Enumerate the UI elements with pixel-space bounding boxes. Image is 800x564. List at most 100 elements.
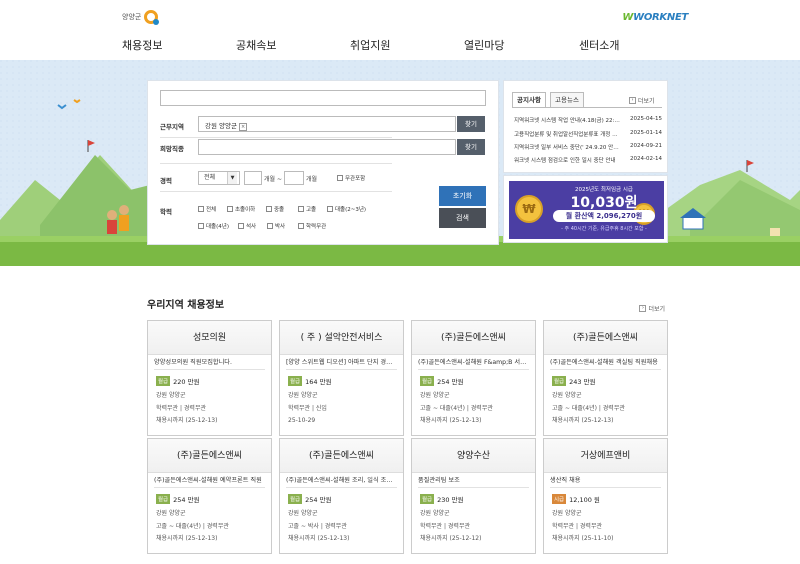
pay-row: 시급 12,100 원 (552, 494, 659, 504)
reset-button[interactable]: 초기화 (439, 186, 486, 206)
pay-type-badge: 월급 (156, 494, 171, 504)
edu-label: 석사 (246, 224, 257, 230)
nav-item-support[interactable]: 취업지원 (350, 37, 464, 53)
nav-item-about[interactable]: 센터소개 (579, 37, 619, 53)
job-title[interactable]: (주)골든에스앤씨-설해원 객실팀 직원채용 (550, 355, 661, 370)
minimum-wage-banner[interactable]: ₩ ₩ 2025년도 최저임금 시급 10,030원 월 환산액 2,096,2… (503, 175, 668, 243)
job-requirements: 고졸 ~ 대졸(4년) | 경력무관 (420, 404, 493, 412)
job-requirements: 고졸 ~ 대졸(4년) | 경력무관 (156, 522, 229, 530)
nav-item-jobs[interactable]: 채용정보 (122, 37, 236, 53)
job-area: 강원 양양군 (552, 392, 582, 399)
pay-row: 월급 230 만원 (420, 494, 527, 504)
company-name: (주)골든에스앤씨 (148, 439, 271, 473)
edu-checkbox-master[interactable]: 석사 (238, 222, 256, 230)
remove-chip-icon[interactable]: × (238, 123, 248, 131)
job-requirements: 고졸 ~ 대졸(4년) | 경력무관 (552, 404, 625, 412)
notice-row[interactable]: 지역워크넷 시스템 작업 안내(4.18(금) 22:00~4.20(일) 202… (514, 116, 664, 124)
edu-label: 전체 (206, 207, 217, 213)
notice-row[interactable]: 지역워크넷 일부 서비스 중단(' 24.9.20 안내) 2024-09-21 (514, 143, 664, 151)
job-requirements: 학력무관 | 경력무관 (420, 522, 470, 530)
tab-notices[interactable]: 공지사항 (512, 92, 546, 108)
pay-amount: 164 만원 (305, 378, 332, 386)
notice-date: 2025-04-15 (630, 116, 662, 122)
job-card[interactable]: (주)골든에스앤씨 (주)골든에스앤씨-설해원 F&amp;B 서비스 월급 25… (411, 320, 536, 436)
pay-row: 월급 164 만원 (288, 376, 395, 386)
job-title[interactable]: (주)골든에스앤씨-설해원 조리, 일식 조리사 (286, 473, 397, 488)
site-header: 양양군 WWORKNET 채용정보 공채속보 취업지원 열린마당 센터소개 (0, 0, 800, 60)
notice-more-link[interactable]: › 더보기 (629, 96, 655, 105)
job-card[interactable]: (주)골든에스앤씨 (주)골든에스앤씨-설해원 조리, 일식 조리사 월급 254… (279, 438, 404, 554)
job-title[interactable]: [양양 스위트웹 디오션] 아파트 단지 경비원 (286, 355, 397, 370)
pay-row: 월급 243 만원 (552, 376, 659, 386)
job-card[interactable]: ( 주 ) 설악안전서비스 [양양 스위트웹 디오션] 아파트 단지 경비원 월… (279, 320, 404, 436)
notice-row[interactable]: 워크넷 시스템 점검으로 인한 일시 중단 안내 2024-02-14 (514, 156, 664, 164)
job-type-field[interactable] (198, 139, 456, 155)
job-title[interactable]: 품질관리팀 보조 (418, 473, 529, 488)
edu-checkbox-elementary[interactable]: 초졸이하 (227, 205, 255, 213)
pay-amount: 220 만원 (173, 378, 200, 386)
checkbox-icon (337, 175, 343, 181)
job-card[interactable]: (주)골든에스앤씨 (주)골든에스앤씨-설해원 객실팀 직원채용 월급 243 만… (543, 320, 668, 436)
pay-amount: 254 만원 (173, 496, 200, 504)
pay-row: 월급 254 만원 (156, 494, 263, 504)
notice-date: 2024-02-14 (630, 156, 662, 162)
checkbox-icon (327, 206, 333, 212)
job-search-panel: 근무지역 강원 양양군 × 찾기 희망직종 찾기 경력 전체 ▼ 개월 ~ 개월 … (147, 80, 499, 245)
job-card[interactable]: 성모의원 양양성모의원 직원모집합니다. 월급 220 만원 강원 양양군 학력무… (147, 320, 272, 436)
pay-amount: 243 만원 (569, 378, 596, 386)
keyword-search-input[interactable] (160, 90, 486, 106)
notice-row[interactable]: 고용직업분류 및 취업알선직업분류표 개정 안내 2025-01-14 (514, 130, 664, 138)
edu-checkbox-doctor[interactable]: 박사 (267, 222, 285, 230)
checkbox-icon (298, 206, 304, 212)
edu-checkbox-university[interactable]: 대졸(4년) (198, 222, 229, 230)
job-requirements: 학력무관 | 경력무관 (552, 522, 602, 530)
months-to-input[interactable] (284, 171, 304, 185)
no-career-checkbox[interactable]: 무관포함 (337, 174, 365, 182)
career-select-value: 전체 (204, 174, 216, 181)
job-requirements: 학력무관 | 경력무관 (156, 404, 206, 412)
job-title[interactable]: 생산직 채용 (550, 473, 661, 488)
find-job-button[interactable]: 찾기 (457, 139, 485, 155)
banner-amount: 10,030원 (570, 195, 638, 211)
job-title[interactable]: (주)골든에스앤씨-설해원 예약프론트 직원 (154, 473, 265, 488)
edu-checkbox-middle[interactable]: 중졸 (266, 205, 284, 213)
pay-type-badge: 월급 (420, 494, 435, 504)
pay-type-badge: 월급 (552, 376, 567, 386)
job-deadline: 채용시까지 (25-12-12) (420, 535, 482, 542)
edu-label: 대졸(4년) (206, 224, 229, 230)
career-select[interactable]: 전체 ▼ (198, 171, 240, 185)
company-name: (주)골든에스앤씨 (544, 321, 667, 355)
months-from-input[interactable] (244, 171, 262, 185)
banner-note: - 주 40시간 기준, 유급주휴 8시간 포함 - (561, 226, 647, 232)
company-name: ( 주 ) 설악안전서비스 (280, 321, 403, 355)
checkbox-icon (267, 223, 273, 229)
notice-more-label: 더보기 (638, 98, 655, 105)
work-area-field[interactable]: 강원 양양군 × (198, 116, 456, 132)
job-card[interactable]: (주)골든에스앤씨 (주)골든에스앤씨-설해원 예약프론트 직원 월급 254 만… (147, 438, 272, 554)
edu-checkbox-high[interactable]: 고졸 (298, 205, 316, 213)
edu-label: 학력무관 (306, 224, 327, 230)
search-button[interactable]: 검색 (439, 208, 486, 228)
nav-item-board[interactable]: 열린마당 (464, 37, 579, 53)
worknet-logo[interactable]: WWORKNET (622, 12, 688, 23)
edu-checkbox-college[interactable]: 대졸(2~3년) (327, 205, 366, 213)
job-card[interactable]: 거상에프앤비 생산직 채용 시급 12,100 원 강원 양양군 학력무관 | 경… (543, 438, 668, 554)
jobs-more-link[interactable]: › 더보기 (639, 304, 665, 313)
checkbox-icon (198, 223, 204, 229)
county-logo[interactable]: 양양군 (122, 10, 160, 25)
divider (160, 163, 392, 164)
nav-item-news[interactable]: 공채속보 (236, 37, 350, 53)
edu-label: 고졸 (306, 207, 317, 213)
divider (160, 137, 392, 138)
checkbox-icon (227, 206, 233, 212)
job-area: 강원 양양군 (288, 392, 318, 399)
job-title[interactable]: (주)골든에스앤씨-설해원 F&amp;B 서비스 (418, 355, 529, 370)
edu-checkbox-all[interactable]: 전체 (198, 205, 216, 213)
job-area: 강원 양양군 (156, 510, 186, 517)
checkbox-icon (298, 223, 304, 229)
job-card[interactable]: 양양수산 품질관리팀 보조 월급 230 만원 강원 양양군 학력무관 | 경력무… (411, 438, 536, 554)
tab-employment-news[interactable]: 고용뉴스 (550, 92, 584, 108)
job-title[interactable]: 양양성모의원 직원모집합니다. (154, 355, 265, 370)
find-area-button[interactable]: 찾기 (457, 116, 485, 132)
edu-checkbox-any[interactable]: 학력무관 (298, 222, 326, 230)
